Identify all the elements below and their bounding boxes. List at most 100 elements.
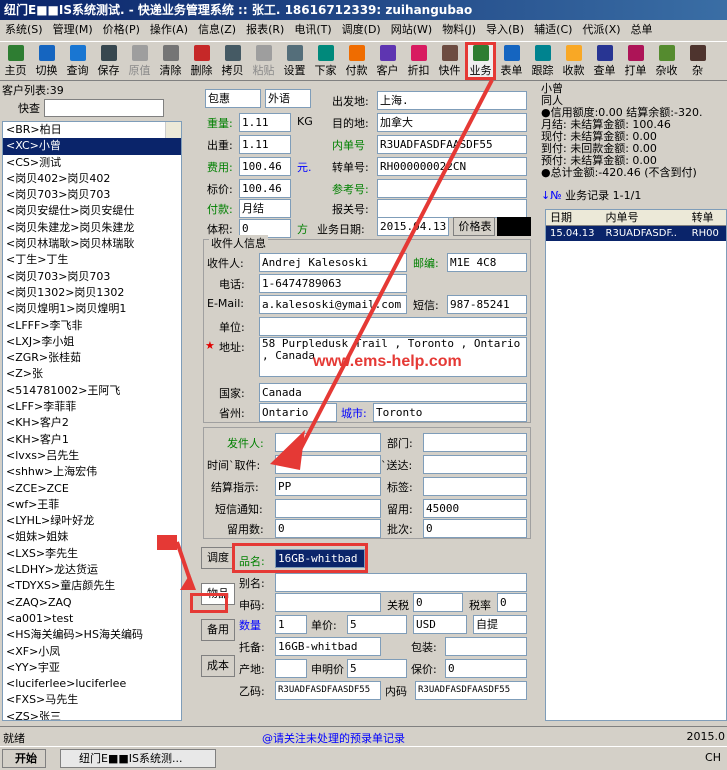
list-item[interactable]: <LDHY>龙达货运	[3, 562, 181, 578]
list-item[interactable]: <ZAQ>ZAQ	[3, 595, 181, 611]
customer-list[interactable]: <BR>柏日 <XC>小曾 <CS>测试 <岗贝402>岗贝402 <岗贝703>岗贝7…	[2, 121, 182, 721]
toolbar-button-7[interactable]: 拷贝	[217, 42, 248, 80]
toolbar-button-15[interactable]: 业务	[465, 42, 496, 80]
list-item[interactable]: <ZS>张三	[3, 709, 181, 720]
toolbar-button-19[interactable]: 查单	[589, 42, 620, 80]
list-item[interactable]: <wf>王菲	[3, 497, 181, 513]
weight-input[interactable]: 1.11	[239, 113, 291, 132]
toolbar-button-17[interactable]: 跟踪	[527, 42, 558, 80]
settle-select[interactable]: PP	[275, 477, 381, 496]
declared-input[interactable]: 5	[347, 659, 407, 678]
insured-input[interactable]: 0	[445, 659, 527, 678]
list-item[interactable]: <ZGR>张桂茹	[3, 350, 181, 366]
list-item[interactable]: <a001>test	[3, 611, 181, 627]
list-item[interactable]: <姐妹>姐妹	[3, 529, 181, 545]
sender-input[interactable]	[275, 433, 381, 452]
taskbar-app-button[interactable]: 纽门E■■IS系统测...	[60, 749, 216, 768]
list-item[interactable]: <岗贝402>岗贝402	[3, 171, 181, 187]
records-table[interactable]: 日期 内单号 转单 15.04.13 R3UADFASDF.. RH00	[545, 209, 727, 721]
col-inner-no[interactable]: 内单号	[602, 210, 688, 225]
menu-item-12[interactable]: 代派(X)	[577, 20, 625, 40]
toolbar-button-0[interactable]: 主页	[0, 42, 31, 80]
delivery-input[interactable]	[423, 455, 527, 474]
price-table-button[interactable]: 价格表	[453, 217, 495, 236]
inner-no-input[interactable]: R3UADFASDFAASDF55	[377, 135, 527, 154]
company-input[interactable]	[259, 317, 527, 336]
col-date[interactable]: 日期	[546, 210, 602, 225]
toolbar-button-3[interactable]: 保存	[93, 42, 124, 80]
list-item[interactable]: <岗贝1302>岗贝1302	[3, 285, 181, 301]
customs-no-input[interactable]	[377, 199, 527, 218]
tariff-input[interactable]: 0	[413, 593, 463, 612]
b-code-input[interactable]: R3UADFASDFAASDF55	[275, 681, 381, 700]
toolbar-button-16[interactable]: 表单	[496, 42, 527, 80]
menu-item-7[interactable]: 调度(D)	[337, 20, 386, 40]
date-input[interactable]: 2015.04.13	[377, 217, 449, 236]
list-item[interactable]: <HS海关编码>HS海关编码	[3, 627, 181, 643]
list-item[interactable]: <KH>客户1	[3, 432, 181, 448]
list-item[interactable]: <YY>宇亚	[3, 660, 181, 676]
goods-currency-select[interactable]: USD	[413, 615, 467, 634]
batch-input[interactable]: 0	[423, 519, 527, 538]
toolbar-button-11[interactable]: 付款	[341, 42, 372, 80]
service2-select[interactable]: 外语	[265, 89, 311, 108]
list-item[interactable]: <shhw>上海宏伟	[3, 464, 181, 480]
tab-dispatch[interactable]: 调度	[201, 547, 235, 569]
toolbar-button-1[interactable]: 切换	[31, 42, 62, 80]
customer-list-scrollbar[interactable]	[165, 122, 181, 139]
menu-item-6[interactable]: 电讯(T)	[289, 20, 336, 40]
menu-item-4[interactable]: 信息(Z)	[193, 20, 241, 40]
dest-input[interactable]: 加拿大	[377, 113, 527, 132]
email-input[interactable]: a.kalesoski@ymail.com	[259, 295, 407, 314]
code-input[interactable]	[275, 593, 381, 612]
dept-input[interactable]	[423, 433, 527, 452]
sms-input[interactable]: 987-85241	[447, 295, 527, 314]
toolbar-button-22[interactable]: 杂	[682, 42, 713, 80]
list-item[interactable]: <LYHL>绿叶好龙	[3, 513, 181, 529]
menu-item-8[interactable]: 网站(W)	[386, 20, 437, 40]
tag-input[interactable]	[423, 477, 527, 496]
origin-country-input[interactable]	[275, 659, 307, 678]
fee-input[interactable]: 100.46	[239, 157, 291, 176]
alias-input[interactable]	[275, 573, 527, 592]
retain-days-input[interactable]: 0	[275, 519, 381, 538]
toolbar-button-10[interactable]: 下家	[310, 42, 341, 80]
price-input[interactable]: 100.46	[239, 179, 291, 198]
list-item[interactable]: <luciferlee>luciferlee	[3, 676, 181, 692]
col-transfer[interactable]: 转单	[688, 210, 726, 225]
list-item[interactable]: <岗贝林瑞耿>岗贝林瑞耿	[3, 236, 181, 252]
province-input[interactable]: Ontario	[259, 403, 337, 422]
phone-input[interactable]: 1-6474789063	[259, 274, 407, 293]
toolbar-button-8[interactable]: 粘贴	[248, 42, 279, 80]
list-item[interactable]: <LXJ>李小姐	[3, 334, 181, 350]
usage-select[interactable]: 自提	[473, 615, 527, 634]
list-item[interactable]: <ZCE>ZCE	[3, 481, 181, 497]
menu-item-0[interactable]: 系统(S)	[0, 20, 48, 40]
ref-no-input[interactable]	[377, 179, 527, 198]
recipient-name-input[interactable]: Andrej Kalesoski	[259, 253, 407, 272]
list-item[interactable]: <LFF>李菲菲	[3, 399, 181, 415]
origin-input[interactable]: 上海.	[377, 91, 527, 110]
list-item[interactable]: <XF>小凤	[3, 644, 181, 660]
menu-item-9[interactable]: 物料(J)	[437, 20, 481, 40]
tab-cost[interactable]: 成本	[201, 655, 235, 677]
inner-code-input[interactable]: R3UADFASDFAASDF55	[415, 681, 527, 700]
menu-item-5[interactable]: 报表(R)	[241, 20, 289, 40]
list-item[interactable]: <岗贝朱建龙>岗贝朱建龙	[3, 220, 181, 236]
city-input[interactable]: Toronto	[373, 403, 527, 422]
toolbar-button-6[interactable]: 删除	[186, 42, 217, 80]
postal-input[interactable]: M1E 4C8	[447, 253, 527, 272]
menu-item-11[interactable]: 辅适(C)	[529, 20, 577, 40]
unit-price-input[interactable]: 5	[347, 615, 407, 634]
toolbar-button-21[interactable]: 杂收	[651, 42, 682, 80]
list-item[interactable]: <TDYXS>童店颜先生	[3, 578, 181, 594]
pickup-time-input[interactable]	[275, 455, 381, 474]
list-item[interactable]: <岗贝703>岗贝703	[3, 269, 181, 285]
consign-input[interactable]: 16GB-whitbad	[275, 637, 381, 656]
list-item[interactable]: <KH>客户2	[3, 415, 181, 431]
transfer-no-input[interactable]: RH000000022CN	[377, 157, 527, 176]
list-item[interactable]: <lvxs>吕先生	[3, 448, 181, 464]
menu-item-2[interactable]: 价格(P)	[98, 20, 145, 40]
list-item[interactable]: <514781002>王阿飞	[3, 383, 181, 399]
toolbar-button-9[interactable]: 设置	[279, 42, 310, 80]
